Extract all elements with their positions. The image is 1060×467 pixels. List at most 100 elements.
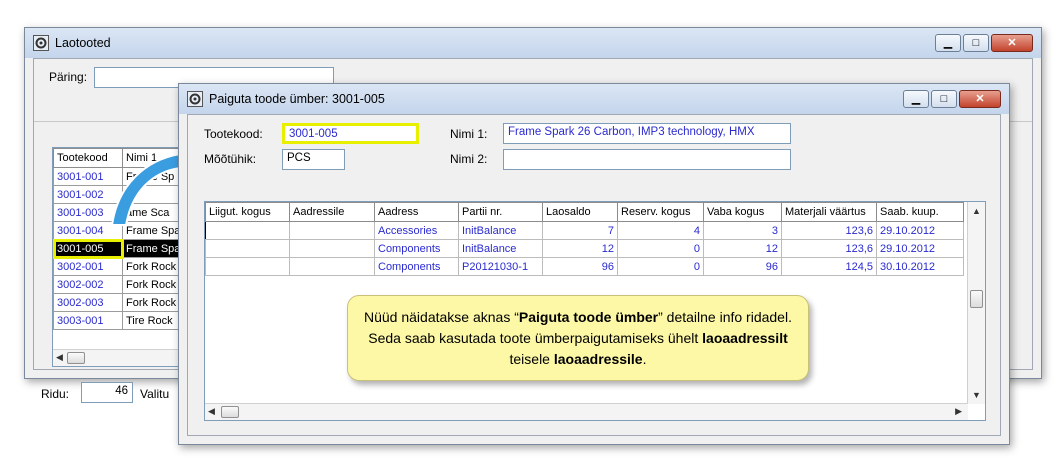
maximize-button[interactable]: □ — [963, 34, 989, 52]
reserved-cell: 0 — [617, 257, 704, 276]
table-row[interactable]: Components InitBalance 12 0 12 123,6 29.… — [205, 239, 964, 258]
batch-cell: InitBalance — [458, 239, 543, 258]
table-row[interactable]: 3002-002 Fork Rock — [53, 275, 190, 294]
gear-icon — [33, 35, 49, 51]
code-cell: 3002-002 — [53, 275, 123, 294]
relocate-dialog: Paiguta toode ümber: 3001-005 ▁ □ ✕ Toot… — [178, 83, 1010, 445]
table-row[interactable]: 3002-003 Fork Rock — [53, 293, 190, 312]
address-cell: Components — [374, 257, 459, 276]
free-cell: 12 — [703, 239, 782, 258]
note-text: Nüüd näidatakse aknas “ — [364, 309, 519, 325]
column-header-move-qty[interactable]: Liigut. kogus — [205, 202, 290, 222]
column-header-to-address[interactable]: Aadressile — [289, 202, 375, 222]
unit-field[interactable]: PCS — [282, 149, 345, 170]
scroll-up-icon[interactable]: ▲ — [972, 206, 981, 216]
note-bold-window: Paiguta toode ümber — [518, 309, 659, 325]
close-icon: ✕ — [975, 93, 985, 105]
unit-label: Mõõtühik: — [204, 152, 257, 166]
rows-count-field: 46 — [81, 382, 133, 403]
maximize-icon: □ — [972, 37, 980, 49]
minimize-icon: ▁ — [943, 37, 953, 49]
close-button[interactable]: ✕ — [959, 90, 1001, 108]
move-qty-input[interactable] — [205, 257, 290, 276]
move-qty-input[interactable] — [205, 239, 290, 258]
column-header-value[interactable]: Materjali väärtus — [781, 202, 877, 222]
scroll-left-icon[interactable]: ◀ — [56, 352, 63, 363]
maximize-button[interactable]: □ — [931, 90, 957, 108]
dialog-client: Tootekood: 3001-005 Mõõtühik: PCS Nimi 1… — [187, 114, 1001, 436]
stock-hscroll[interactable]: ◀ ▶ — [205, 403, 968, 420]
minimize-icon: ▁ — [911, 93, 921, 105]
scroll-down-icon[interactable]: ▼ — [972, 390, 981, 400]
minimize-button[interactable]: ▁ — [935, 34, 961, 52]
to-address-cell[interactable] — [289, 221, 375, 240]
code-cell: 3001-005 — [53, 238, 124, 259]
product-code-field[interactable]: 3001-005 — [282, 123, 419, 144]
note-bold-to: laoaadressile — [553, 351, 643, 367]
query-label: Päring: — [49, 70, 88, 84]
value-cell: 123,6 — [781, 239, 877, 258]
laotooted-title: Laotooted — [55, 36, 111, 50]
scroll-thumb[interactable] — [970, 290, 983, 308]
name2-field[interactable] — [503, 149, 791, 170]
column-header-free[interactable]: Vaba kogus — [703, 202, 782, 222]
table-row[interactable]: Components P20121030-1 96 0 96 124,5 30.… — [205, 257, 964, 276]
name1-field[interactable]: Frame Spark 26 Carbon, IMP3 technology, … — [503, 123, 791, 144]
callout-note: Nüüd näidatakse aknas “Paiguta toode ümb… — [347, 295, 809, 381]
table-row-selected[interactable]: 3001-005 Frame Spa — [53, 238, 190, 259]
value-cell: 124,5 — [781, 257, 877, 276]
batch-cell: P20121030-1 — [458, 257, 543, 276]
balance-cell: 12 — [542, 239, 618, 258]
selected-label: Valitu — [140, 387, 170, 401]
close-icon: ✕ — [1007, 37, 1017, 49]
stock-vscroll[interactable]: ▲ ▼ — [967, 202, 985, 404]
column-header-address[interactable]: Aadress — [374, 202, 459, 222]
close-button[interactable]: ✕ — [991, 34, 1033, 52]
stock-table: Liigut. kogus Aadressile Aadress Partii … — [205, 202, 964, 276]
to-address-cell[interactable] — [289, 239, 375, 258]
gear-icon — [187, 91, 203, 107]
column-header-reserved[interactable]: Reserv. kogus — [617, 202, 704, 222]
maximize-icon: □ — [940, 93, 948, 105]
scroll-left-icon[interactable]: ◀ — [208, 406, 215, 417]
to-address-cell[interactable] — [289, 257, 375, 276]
move-qty-input[interactable] — [205, 221, 290, 240]
name2-label: Nimi 2: — [450, 152, 488, 166]
value-cell: 123,6 — [781, 221, 877, 240]
free-cell: 3 — [703, 221, 782, 240]
table-row[interactable]: Accessories InitBalance 7 4 3 123,6 29.1… — [205, 221, 964, 240]
date-cell: 29.10.2012 — [876, 239, 964, 258]
address-cell: Components — [374, 239, 459, 258]
address-cell: Accessories — [374, 221, 459, 240]
note-text: . — [642, 351, 647, 367]
reserved-cell: 4 — [617, 221, 704, 240]
note-bold-from: laoaadressilt — [702, 330, 788, 346]
laotooted-titlebar[interactable]: Laotooted ▁ □ ✕ — [25, 28, 1041, 58]
code-cell: 3003-001 — [53, 311, 123, 330]
scroll-thumb[interactable] — [221, 406, 239, 418]
code-cell: 3002-001 — [53, 257, 123, 276]
table-row[interactable]: 3002-001 Fork Rock — [53, 257, 190, 276]
column-header-batch[interactable]: Partii nr. — [458, 202, 543, 222]
product-code-label: Tootekood: — [204, 127, 263, 141]
dialog-titlebar[interactable]: Paiguta toode ümber: 3001-005 ▁ □ ✕ — [179, 84, 1009, 114]
name1-label: Nimi 1: — [450, 127, 488, 141]
minimize-button[interactable]: ▁ — [903, 90, 929, 108]
batch-cell: InitBalance — [458, 221, 543, 240]
products-hscroll[interactable]: ◀ — [53, 349, 193, 366]
reserved-cell: 0 — [617, 239, 704, 258]
rows-label: Ridu: — [41, 387, 70, 401]
dialog-title: Paiguta toode ümber: 3001-005 — [209, 92, 385, 106]
table-row[interactable]: 3003-001 Tire Rock — [53, 311, 190, 330]
balance-cell: 7 — [542, 221, 618, 240]
scroll-right-icon[interactable]: ▶ — [955, 406, 962, 417]
scroll-thumb[interactable] — [67, 352, 85, 364]
date-cell: 29.10.2012 — [876, 221, 964, 240]
date-cell: 30.10.2012 — [876, 257, 964, 276]
free-cell: 96 — [703, 257, 782, 276]
balance-cell: 96 — [542, 257, 618, 276]
note-text: teisele — [509, 351, 554, 367]
column-header-balance[interactable]: Laosaldo — [542, 202, 618, 222]
column-header-date[interactable]: Saab. kuup. — [876, 202, 964, 222]
code-cell: 3002-003 — [53, 293, 123, 312]
